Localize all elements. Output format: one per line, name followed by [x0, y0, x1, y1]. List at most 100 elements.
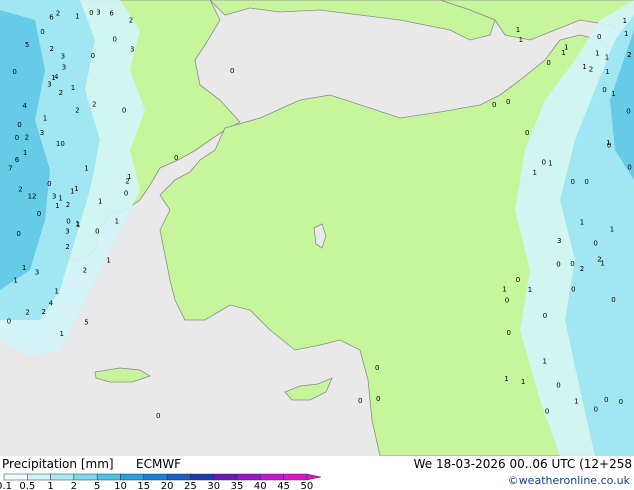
west-value-23: 0	[12, 68, 16, 76]
east-value-20: 1	[533, 169, 537, 177]
east-value-17: 1	[582, 63, 586, 71]
west-value-67: 0	[16, 230, 20, 238]
east-value-1: 1	[610, 226, 614, 234]
west-value-7: 3	[62, 64, 66, 72]
east-value-9: 2	[627, 51, 631, 59]
west-value-1: 2	[25, 134, 29, 142]
east-value-7: 0	[611, 296, 615, 304]
west-value-9: 2	[18, 186, 22, 194]
west-value-10: 0	[15, 134, 19, 142]
east-value-49: 1	[504, 375, 508, 383]
east-value-39: 0	[556, 261, 560, 269]
east-value-24: 1	[543, 358, 547, 366]
east-value-42: 1	[564, 43, 568, 51]
west-value-15: 6	[49, 14, 54, 22]
west-value-2: 1	[22, 264, 26, 272]
scale-box-0	[3, 473, 28, 481]
scale-box-2	[50, 473, 75, 481]
west-value-14: 0	[66, 218, 70, 226]
west-value-3: 2	[25, 309, 29, 317]
west-value-43: 6	[15, 156, 20, 164]
east-value-0: 1	[519, 36, 523, 44]
sea-value-8: 0	[375, 364, 379, 372]
sea-value-6: 0	[358, 397, 362, 405]
west-value-16: 3	[130, 45, 134, 53]
scale-tick-12: 45	[277, 481, 290, 490]
west-value-62: 3	[40, 129, 44, 137]
scale-box-4	[96, 473, 121, 481]
credit-link[interactable]: ©weatheronline.co.uk	[508, 474, 630, 487]
east-value-50: 0	[594, 406, 598, 414]
scale-tick-1: 0.5	[19, 481, 35, 490]
west-value-37: 4	[49, 299, 54, 307]
east-value-40: 0	[571, 286, 575, 294]
east-value-33: 1	[623, 17, 627, 25]
east-value-4: 0	[604, 396, 608, 404]
scale-box-9	[213, 473, 238, 481]
east-value-36: 0	[505, 296, 509, 304]
sea-value-0: 0	[230, 67, 234, 75]
scale-box-5	[120, 473, 145, 481]
west-value-40: 0	[89, 9, 93, 17]
sea-value-2: 0	[506, 98, 510, 106]
west-value-59: 1	[74, 185, 78, 193]
west-value-33: 1	[71, 84, 75, 92]
east-value-5: 0	[543, 312, 547, 320]
scale-tick-13: 50	[301, 481, 314, 490]
scale-tick-9: 30	[207, 481, 220, 490]
scale-box-3	[73, 473, 98, 481]
west-value-49: 1	[76, 220, 80, 228]
east-value-46: 0	[570, 260, 574, 268]
west-value-54: 12	[28, 193, 37, 201]
east-value-45: 0	[571, 178, 575, 186]
west-value-5: 6	[109, 10, 114, 18]
map-title: Precipitation [mm]	[2, 457, 114, 471]
east-value-30: 1	[611, 90, 615, 98]
scale-tick-4: 5	[94, 481, 100, 490]
sea-value-7: 0	[376, 395, 380, 403]
west-value-8: 3	[96, 9, 100, 17]
east-value-3: 0	[584, 178, 588, 186]
east-value-27: 0	[556, 381, 560, 389]
east-value-43: 0	[607, 141, 611, 149]
west-value-18: 2	[42, 308, 46, 316]
east-value-18: 0	[597, 33, 601, 41]
east-value-37: 1	[548, 160, 552, 168]
sea-value-5: 0	[156, 412, 160, 420]
west-value-41: 2	[129, 16, 133, 24]
east-value-44: 0	[602, 86, 606, 94]
scale-tick-10: 35	[231, 481, 244, 490]
west-value-58: 1	[51, 74, 55, 82]
west-value-31: 2	[92, 101, 96, 109]
west-value-39: 2	[83, 267, 87, 275]
east-value-10: 0	[546, 59, 550, 67]
west-value-46: 0	[124, 190, 128, 198]
east-value-13: 1	[580, 218, 584, 226]
west-value-26: 3	[35, 269, 39, 277]
west-value-0: 0	[113, 36, 117, 44]
west-value-56: 7	[8, 164, 12, 172]
scale-box-6	[143, 473, 168, 481]
west-value-55: 3	[61, 52, 65, 60]
east-value-48: 0	[619, 398, 623, 406]
west-value-13: 2	[66, 201, 70, 209]
west-value-34: 1	[106, 257, 110, 265]
west-value-20: 0	[17, 121, 21, 129]
east-value-31: 0	[627, 163, 631, 171]
west-value-50: 1	[43, 114, 47, 122]
sea-value-1: 0	[492, 101, 496, 109]
east-value-26: 3	[557, 237, 561, 245]
valid-time: We 18-03-2026 00..06 UTC (12+258	[413, 457, 632, 471]
scale-tick-8: 25	[184, 481, 197, 490]
east-value-38: 0	[507, 329, 511, 337]
map-canvas: 0212064332052206302001103134015211131041…	[0, 0, 634, 456]
footer-bar: Precipitation [mm] ECMWF We 18-03-2026 0…	[0, 456, 634, 490]
west-value-22: 1	[84, 165, 88, 173]
east-value-14: 1	[574, 397, 578, 405]
west-value-65: 2	[75, 107, 79, 115]
scale-tick-7: 20	[161, 481, 174, 490]
west-value-61: 1	[55, 202, 59, 210]
west-value-63: 2	[125, 177, 129, 185]
east-value-34: 1	[624, 30, 628, 38]
scale-tick-5: 10	[114, 481, 127, 490]
